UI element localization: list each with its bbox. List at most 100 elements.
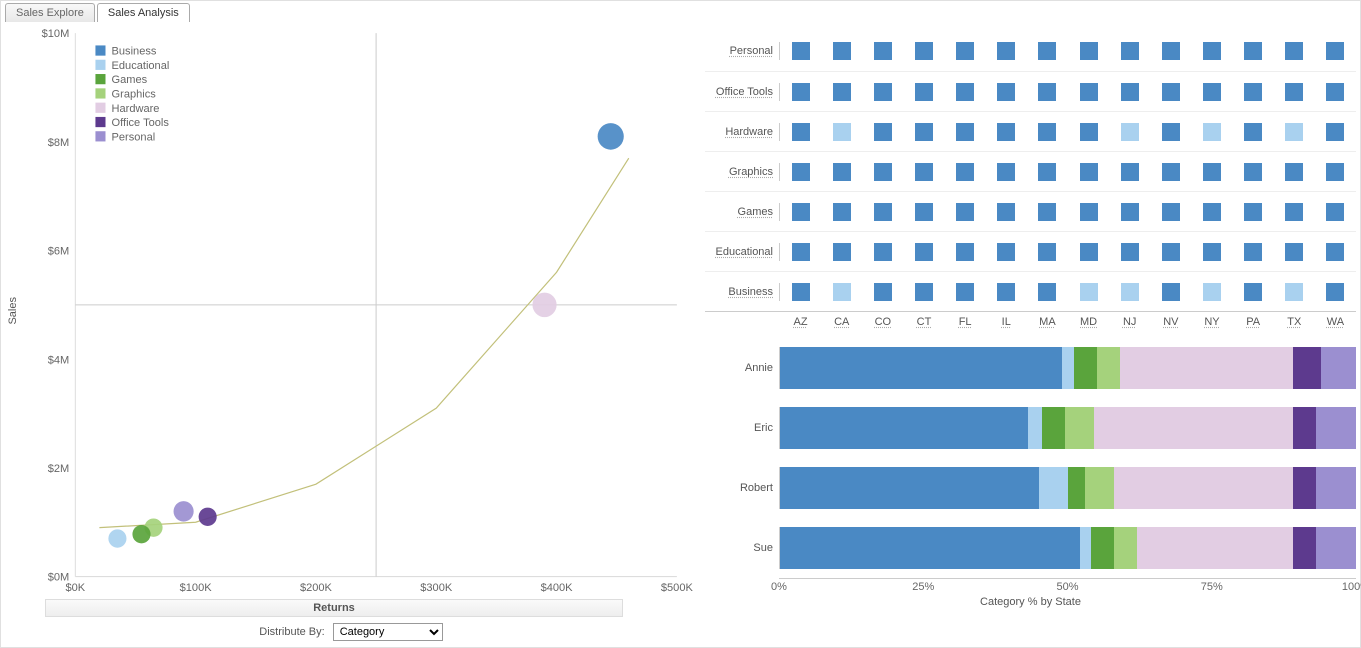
heatmap-cell[interactable] bbox=[1109, 83, 1150, 101]
heatmap-cell[interactable] bbox=[945, 163, 986, 181]
heatmap-cell[interactable] bbox=[903, 83, 944, 101]
heatmap-cell[interactable] bbox=[945, 83, 986, 101]
heatmap-cell[interactable] bbox=[1068, 123, 1109, 141]
heatmap-cell[interactable] bbox=[1068, 203, 1109, 221]
heatmap-cell[interactable] bbox=[862, 283, 903, 301]
stacked-segment-games[interactable] bbox=[1091, 527, 1114, 569]
heatmap-row-label[interactable]: Personal bbox=[705, 45, 779, 57]
legend-label[interactable]: Games bbox=[112, 74, 148, 86]
stacked-row-label[interactable]: Annie bbox=[705, 362, 779, 374]
heatmap-cell[interactable] bbox=[1109, 203, 1150, 221]
stacked-segment-educational[interactable] bbox=[1028, 407, 1042, 449]
heatmap-cell[interactable] bbox=[1068, 243, 1109, 261]
heatmap-col-label[interactable]: NY bbox=[1191, 316, 1232, 328]
heatmap-cell[interactable] bbox=[1274, 243, 1315, 261]
heatmap-cell[interactable] bbox=[903, 203, 944, 221]
heatmap-cell[interactable] bbox=[1274, 83, 1315, 101]
stacked-segment-educational[interactable] bbox=[1039, 467, 1068, 509]
heatmap-row-label[interactable]: Games bbox=[705, 206, 779, 218]
heatmap-cell[interactable] bbox=[1191, 283, 1232, 301]
heatmap-cell[interactable] bbox=[986, 283, 1027, 301]
stacked-segment-educational[interactable] bbox=[1062, 347, 1074, 389]
heatmap-cell[interactable] bbox=[821, 203, 862, 221]
scatter-point-hardware[interactable] bbox=[532, 293, 556, 318]
heatmap-col-label[interactable]: FL bbox=[945, 316, 986, 328]
heatmap-cell[interactable] bbox=[780, 243, 821, 261]
heatmap-col-label[interactable]: MA bbox=[1027, 316, 1068, 328]
legend-swatch-hardware[interactable] bbox=[95, 103, 105, 113]
heatmap-cell[interactable] bbox=[1274, 42, 1315, 60]
heatmap-col-label[interactable]: AZ bbox=[780, 316, 821, 328]
heatmap-cell[interactable] bbox=[1109, 42, 1150, 60]
heatmap-cell[interactable] bbox=[1315, 123, 1356, 141]
heatmap-cell[interactable] bbox=[1027, 283, 1068, 301]
stacked-segment-games[interactable] bbox=[1042, 407, 1065, 449]
heatmap-cell[interactable] bbox=[1315, 42, 1356, 60]
heatmap-cell[interactable] bbox=[862, 163, 903, 181]
heatmap-cell[interactable] bbox=[1027, 243, 1068, 261]
legend-swatch-educational[interactable] bbox=[95, 60, 105, 70]
legend-swatch-business[interactable] bbox=[95, 45, 105, 55]
stacked-segment-graphics[interactable] bbox=[1085, 467, 1114, 509]
legend-swatch-personal[interactable] bbox=[95, 131, 105, 141]
heatmap[interactable]: PersonalOffice ToolsHardwareGraphicsGame… bbox=[705, 25, 1356, 328]
stacked-segment-office-tools[interactable] bbox=[1293, 347, 1322, 389]
heatmap-cell[interactable] bbox=[821, 42, 862, 60]
heatmap-cell[interactable] bbox=[986, 203, 1027, 221]
stacked-row-label[interactable]: Eric bbox=[705, 422, 779, 434]
heatmap-cell[interactable] bbox=[862, 243, 903, 261]
heatmap-cell[interactable] bbox=[903, 163, 944, 181]
scatter-point-educational[interactable] bbox=[108, 529, 126, 547]
heatmap-cell[interactable] bbox=[1274, 283, 1315, 301]
heatmap-cell[interactable] bbox=[903, 283, 944, 301]
heatmap-cell[interactable] bbox=[780, 163, 821, 181]
stacked-segment-business[interactable] bbox=[780, 527, 1080, 569]
stacked-segment-business[interactable] bbox=[780, 467, 1039, 509]
stacked-segment-business[interactable] bbox=[780, 347, 1062, 389]
heatmap-cell[interactable] bbox=[903, 243, 944, 261]
heatmap-cell[interactable] bbox=[862, 83, 903, 101]
heatmap-cell[interactable] bbox=[1274, 163, 1315, 181]
heatmap-cell[interactable] bbox=[1191, 83, 1232, 101]
heatmap-cell[interactable] bbox=[1233, 203, 1274, 221]
stacked-bar[interactable] bbox=[779, 527, 1356, 569]
heatmap-cell[interactable] bbox=[1109, 283, 1150, 301]
heatmap-cell[interactable] bbox=[986, 123, 1027, 141]
heatmap-cell[interactable] bbox=[1233, 42, 1274, 60]
heatmap-cell[interactable] bbox=[986, 42, 1027, 60]
stacked-segment-office-tools[interactable] bbox=[1293, 467, 1316, 509]
heatmap-cell[interactable] bbox=[1027, 163, 1068, 181]
heatmap-cell[interactable] bbox=[780, 283, 821, 301]
heatmap-cell[interactable] bbox=[1150, 203, 1191, 221]
heatmap-col-label[interactable]: TX bbox=[1274, 316, 1315, 328]
heatmap-cell[interactable] bbox=[1191, 123, 1232, 141]
heatmap-cell[interactable] bbox=[1150, 163, 1191, 181]
stacked-segment-personal[interactable] bbox=[1316, 527, 1356, 569]
legend-swatch-graphics[interactable] bbox=[95, 88, 105, 98]
heatmap-cell[interactable] bbox=[1027, 123, 1068, 141]
heatmap-col-label[interactable]: IL bbox=[986, 316, 1027, 328]
heatmap-cell[interactable] bbox=[821, 283, 862, 301]
stacked-segment-graphics[interactable] bbox=[1097, 347, 1120, 389]
heatmap-cell[interactable] bbox=[1315, 283, 1356, 301]
heatmap-cell[interactable] bbox=[945, 203, 986, 221]
stacked-segment-business[interactable] bbox=[780, 407, 1028, 449]
heatmap-cell[interactable] bbox=[821, 163, 862, 181]
heatmap-cell[interactable] bbox=[1027, 83, 1068, 101]
heatmap-cell[interactable] bbox=[986, 83, 1027, 101]
heatmap-cell[interactable] bbox=[1068, 42, 1109, 60]
stacked-segment-hardware[interactable] bbox=[1114, 467, 1293, 509]
heatmap-col-label[interactable]: MD bbox=[1068, 316, 1109, 328]
heatmap-cell[interactable] bbox=[1315, 243, 1356, 261]
heatmap-cell[interactable] bbox=[1068, 163, 1109, 181]
heatmap-cell[interactable] bbox=[1109, 243, 1150, 261]
stacked-segment-graphics[interactable] bbox=[1114, 527, 1137, 569]
heatmap-col-label[interactable]: WA bbox=[1315, 316, 1356, 328]
heatmap-row-label[interactable]: Educational bbox=[705, 246, 779, 258]
heatmap-row-label[interactable]: Graphics bbox=[705, 166, 779, 178]
heatmap-cell[interactable] bbox=[821, 243, 862, 261]
heatmap-cell[interactable] bbox=[903, 42, 944, 60]
heatmap-col-label[interactable]: CT bbox=[903, 316, 944, 328]
tab-sales-analysis[interactable]: Sales Analysis bbox=[97, 3, 190, 22]
heatmap-col-label[interactable]: NJ bbox=[1109, 316, 1150, 328]
